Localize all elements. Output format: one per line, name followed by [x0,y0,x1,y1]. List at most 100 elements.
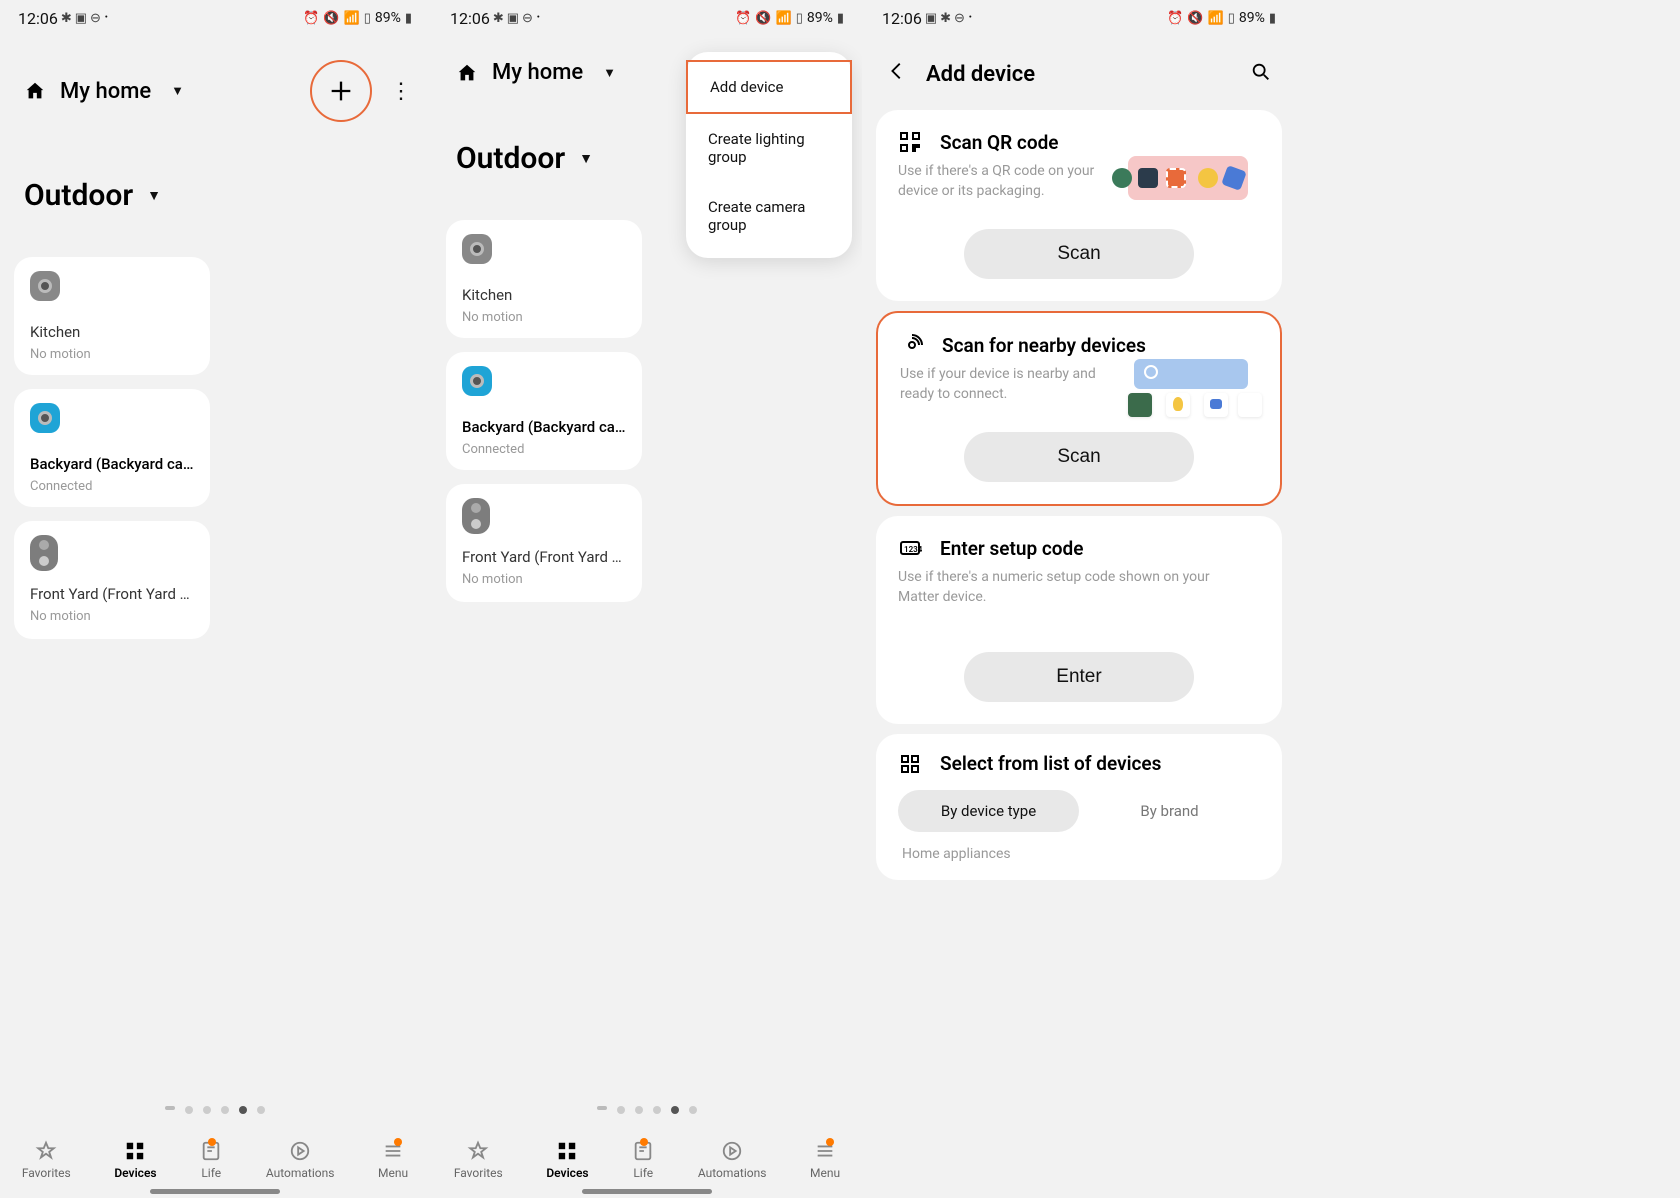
radar-icon [900,333,924,357]
device-card-backyard[interactable]: Backyard (Backyard camera) Connected [446,352,642,470]
nav-label: Life [633,1166,653,1180]
page-indicator [0,1106,430,1114]
status-time: 12:06 [18,9,58,28]
device-title: Front Yard (Front Yard doorbell) [30,585,194,603]
home-selector[interactable]: My home ▼ [456,60,616,85]
room-label: Outdoor [456,141,565,176]
menu-create-camera-group[interactable]: Create camera group [686,182,852,250]
chevron-down-icon: ▼ [603,65,616,81]
device-status: Connected [30,479,194,494]
status-bar: 12:06 ▣✱⊖· ⏰🔇📶▯ 89%▮ [864,0,1294,36]
screen-3: 12:06 ▣✱⊖· ⏰🔇📶▯ 89%▮ Add device Scan QR … [864,0,1294,1198]
nav-menu[interactable]: Menu [378,1140,408,1180]
nav-automations[interactable]: Automations [698,1140,767,1180]
device-card-backyard[interactable]: Backyard (Backyard camera) Connected [14,389,210,507]
status-battery-icon: ▮ [405,11,412,26]
nav-label: Automations [698,1166,767,1180]
page-title: Add device [926,62,1035,87]
qr-icon [898,130,922,154]
add-button[interactable] [310,60,372,122]
device-title: Kitchen [30,323,194,341]
screen-2: 12:06 ✱▣⊖· ⏰🔇📶▯ 89%▮ My home ▼ Add devic… [432,0,862,1198]
nav-favorites[interactable]: Favorites [454,1140,503,1180]
device-card-frontyard[interactable]: Front Yard (Front Yard doorbell) No moti… [446,484,642,602]
panel-title: Select from list of devices [940,752,1161,775]
back-button[interactable] [886,60,908,88]
device-card-kitchen[interactable]: Kitchen No motion [14,257,210,375]
device-title: Backyard (Backyard camera) [30,455,194,473]
star-icon [35,1140,57,1162]
search-icon [1250,61,1272,83]
menu-add-device[interactable]: Add device [686,60,852,114]
nav-life[interactable]: Life [200,1140,222,1180]
home-label: My home [60,79,151,104]
bottom-nav: Favorites Devices Life Automations Menu [0,1122,430,1198]
panel-scan-qr[interactable]: Scan QR code Use if there's a QR code on… [876,110,1282,301]
nav-devices[interactable]: Devices [114,1140,156,1180]
status-time: 12:06 [882,9,922,28]
device-title: Backyard (Backyard camera) [462,418,626,436]
panel-description: Use if there's a numeric setup code show… [898,568,1218,607]
nav-menu[interactable]: Menu [810,1140,840,1180]
room-label: Outdoor [24,178,133,213]
illustration-qr [1128,156,1260,210]
status-dnd-icon: ⊖ [90,11,101,26]
panel-title: Scan QR code [940,131,1059,154]
menu-create-lighting-group[interactable]: Create lighting group [686,114,852,182]
status-image-icon: ▣ [75,11,87,26]
nav-automations[interactable]: Automations [266,1140,335,1180]
device-grid: Kitchen No motion Backyard (Backyard cam… [0,231,430,665]
device-card-frontyard[interactable]: Front Yard (Front Yard doorbell) No moti… [14,521,210,639]
nav-label: Favorites [454,1166,503,1180]
panel-title: Enter setup code [940,537,1083,560]
device-status: Connected [462,442,626,457]
nav-label: Devices [114,1166,156,1180]
home-selector[interactable]: My home ▼ [24,79,184,104]
search-button[interactable] [1250,61,1272,87]
star-icon [467,1140,489,1162]
illustration-nearby [1126,359,1258,413]
pill-tabs: By device type By brand [898,790,1260,832]
bottom-nav: Favorites Devices Life Automations Menu [432,1122,862,1198]
app-header: My home ▼ ⋮ [0,36,430,134]
nav-life[interactable]: Life [632,1140,654,1180]
device-status: No motion [30,347,194,362]
status-app-icon: ✱ [61,11,72,26]
camera-icon [462,234,492,264]
status-battery-pct: 89% [1239,10,1265,26]
pill-by-device-type[interactable]: By device type [898,790,1079,832]
camera-icon [30,271,60,301]
status-battery-pct: 89% [807,10,833,26]
chevron-left-icon [886,60,908,82]
list-section-home-appliances[interactable]: Home appliances [902,846,1256,862]
overflow-menu-button[interactable]: ⋮ [390,79,412,104]
chevron-down-icon: ▼ [171,83,184,99]
panel-enter-code[interactable]: 1234 Enter setup code Use if there's a n… [876,516,1282,723]
panel-select-list: Select from list of devices By device ty… [876,734,1282,880]
device-card-kitchen[interactable]: Kitchen No motion [446,220,642,338]
scan-button[interactable]: Scan [964,229,1194,279]
status-alarm-icon: ⏰ [303,11,319,26]
enter-button[interactable]: Enter [964,652,1194,702]
scan-button[interactable]: Scan [964,432,1194,482]
nav-favorites[interactable]: Favorites [22,1140,71,1180]
pill-by-brand[interactable]: By brand [1079,790,1260,832]
nav-devices[interactable]: Devices [546,1140,588,1180]
camera-icon [462,366,492,396]
screen-1: 12:06 ✱ ▣ ⊖ · ⏰ 🔇 📶 ▯ 89% ▮ My home ▼ ⋮ [0,0,430,1198]
panel-scan-nearby[interactable]: Scan for nearby devices Use if your devi… [876,311,1282,506]
doorbell-icon [30,535,58,571]
panel-description: Use if there's a QR code on your device … [898,162,1108,201]
nav-label: Menu [810,1166,840,1180]
room-selector[interactable]: Outdoor ▼ [0,134,430,231]
status-more-icon: · [104,9,109,27]
nav-label: Menu [378,1166,408,1180]
status-wifi-icon: 📶 [344,11,360,26]
status-signal-icon: ▯ [364,11,371,26]
panel-description: Use if your device is nearby and ready t… [900,365,1110,404]
home-label: My home [492,60,583,85]
home-icon [456,62,478,84]
plus-icon [327,77,355,105]
nav-label: Favorites [22,1166,71,1180]
device-title: Kitchen [462,286,626,304]
